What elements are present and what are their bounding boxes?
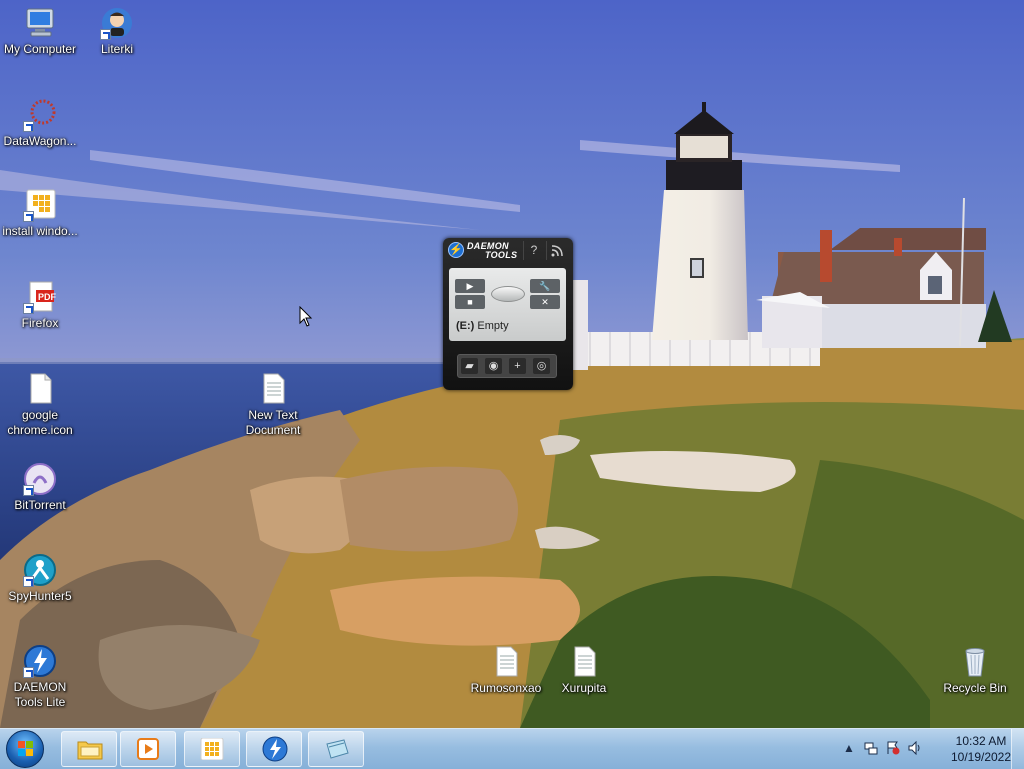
- unmount-button[interactable]: ✕: [530, 295, 560, 309]
- notepad-icon: [324, 738, 349, 760]
- start-button[interactable]: [6, 730, 44, 768]
- drive-panel: ▶ ■ 🔧 ✕ (E:) Empty: [449, 268, 566, 341]
- stop-button[interactable]: ■: [455, 295, 485, 309]
- app-grid-icon: [200, 737, 224, 761]
- literki-app-icon: [100, 6, 134, 40]
- icon-label: Rumosonxao: [470, 681, 542, 695]
- desktop-icon-my-computer[interactable]: My Computer: [0, 6, 80, 57]
- text-document-icon: [567, 645, 601, 679]
- action-center-flag-icon[interactable]: [886, 741, 900, 755]
- windows-logo-icon: [18, 741, 34, 757]
- daemon-tools-icon: [262, 736, 288, 762]
- daemon-tools-icon: [23, 644, 57, 678]
- open-folder-icon[interactable]: ▰: [461, 358, 478, 374]
- show-hidden-icons-icon[interactable]: ▲: [842, 741, 856, 755]
- mount-image-icon[interactable]: ◉: [485, 358, 502, 374]
- taskbar-explorer-button[interactable]: [61, 731, 117, 767]
- desktop-icon-datawagon[interactable]: DataWagon...: [0, 98, 80, 149]
- svg-text:PDF: PDF: [38, 292, 57, 302]
- brand-line-2: TOOLS: [485, 250, 518, 260]
- icon-label: Xurupita: [561, 681, 607, 695]
- drive-letter: (E:): [456, 320, 475, 332]
- pdf-file-icon: PDF: [23, 280, 57, 314]
- recycle-bin-icon: [958, 645, 992, 679]
- icon-label: install windo...: [2, 224, 78, 238]
- media-player-icon: [136, 738, 160, 760]
- shortcut-arrow-icon: [100, 29, 111, 40]
- taskbar-clock[interactable]: 10:32 AM 10/19/2022: [950, 733, 1012, 765]
- rss-icon[interactable]: [546, 241, 567, 260]
- icon-label: Firefox: [21, 316, 59, 330]
- taskbar-app-grid-button[interactable]: [184, 731, 240, 767]
- icon-label: Recycle Bin: [943, 681, 1007, 695]
- blank-file-icon: [23, 372, 57, 406]
- installer-icon: [23, 188, 57, 222]
- shortcut-arrow-icon: [23, 576, 34, 587]
- desktop-icon-literki[interactable]: Literki: [77, 6, 157, 57]
- desktop-icon-xurupita[interactable]: Xurupita: [544, 645, 624, 696]
- gadget-toolbar: ▰ ◉ + ◎: [457, 354, 557, 378]
- desktop-icon-recycle-bin[interactable]: Recycle Bin: [935, 645, 1015, 696]
- text-document-icon: [489, 645, 523, 679]
- help-button[interactable]: ?: [523, 241, 544, 260]
- desktop-icon-google-chrome-icon[interactable]: google chrome.icon: [0, 372, 80, 438]
- icon-label: SpyHunter5: [8, 589, 72, 603]
- volume-icon[interactable]: [908, 740, 922, 756]
- icon-label: BitTorrent: [14, 498, 66, 512]
- text-document-icon: [256, 372, 290, 406]
- icon-label: DAEMON Tools Lite: [13, 680, 67, 709]
- icon-label: google chrome.icon: [7, 408, 73, 437]
- gadget-header: ⚡ DAEMON TOOLS ?: [443, 238, 573, 264]
- add-drive-icon[interactable]: +: [509, 358, 526, 374]
- shortcut-arrow-icon: [23, 303, 34, 314]
- spyhunter-icon: [23, 553, 57, 587]
- wrench-icon[interactable]: 🔧: [530, 279, 560, 293]
- taskbar-daemon-tools-button[interactable]: [246, 731, 302, 767]
- show-desktop-button[interactable]: [1011, 729, 1024, 769]
- desktop-icon-install-windows[interactable]: install windo...: [0, 188, 80, 239]
- desktop-icon-bittorrent[interactable]: BitTorrent: [0, 462, 80, 513]
- virtual-drive-icon: [491, 286, 525, 302]
- desktop-icon-daemon-tools-lite[interactable]: DAEMON Tools Lite: [0, 644, 80, 710]
- remove-drive-icon[interactable]: ◎: [533, 358, 550, 374]
- desktop-icon-new-text-document[interactable]: New Text Document: [233, 372, 313, 438]
- taskbar-media-player-button[interactable]: [120, 731, 176, 767]
- daemon-logo-icon: ⚡: [448, 242, 464, 258]
- folder-icon: [77, 738, 103, 760]
- desktop-icon-rumosonxao[interactable]: Rumosonxao: [466, 645, 546, 696]
- bittorrent-icon: [23, 462, 57, 496]
- network-icon[interactable]: [864, 741, 878, 755]
- shortcut-arrow-icon: [23, 211, 34, 222]
- icon-label: New Text Document: [245, 408, 301, 437]
- icon-label: My Computer: [3, 42, 77, 56]
- shortcut-arrow-icon: [23, 485, 34, 496]
- daemon-tools-gadget[interactable]: ⚡ DAEMON TOOLS ? ▶ ■ 🔧 ✕ (E:) Empty ▰ ◉ …: [443, 238, 573, 390]
- clock-date: 10/19/2022: [950, 750, 1012, 764]
- gadget-brand: DAEMON TOOLS: [467, 242, 517, 260]
- taskbar: ▲ 10:32 AM 10/19/2022: [0, 728, 1024, 769]
- drive-state: Empty: [477, 320, 509, 332]
- desktop-icon-spyhunter[interactable]: SpyHunter5: [0, 553, 80, 604]
- shortcut-arrow-icon: [23, 121, 34, 132]
- icon-label: Literki: [100, 42, 133, 56]
- mouse-cursor-icon: [299, 305, 313, 328]
- shortcut-arrow-icon: [23, 667, 34, 678]
- clock-time: 10:32 AM: [955, 734, 1007, 748]
- desktop-icon-firefox[interactable]: PDF Firefox: [0, 280, 80, 331]
- play-button[interactable]: ▶: [455, 279, 485, 293]
- system-tray: ▲ 10:32 AM 10/19/2022: [834, 729, 1024, 769]
- drive-status: (E:) Empty: [456, 320, 509, 332]
- taskbar-notepad-button[interactable]: [308, 731, 364, 767]
- datawagon-icon: [23, 98, 57, 132]
- computer-icon: [23, 6, 57, 40]
- icon-label: DataWagon...: [3, 134, 77, 148]
